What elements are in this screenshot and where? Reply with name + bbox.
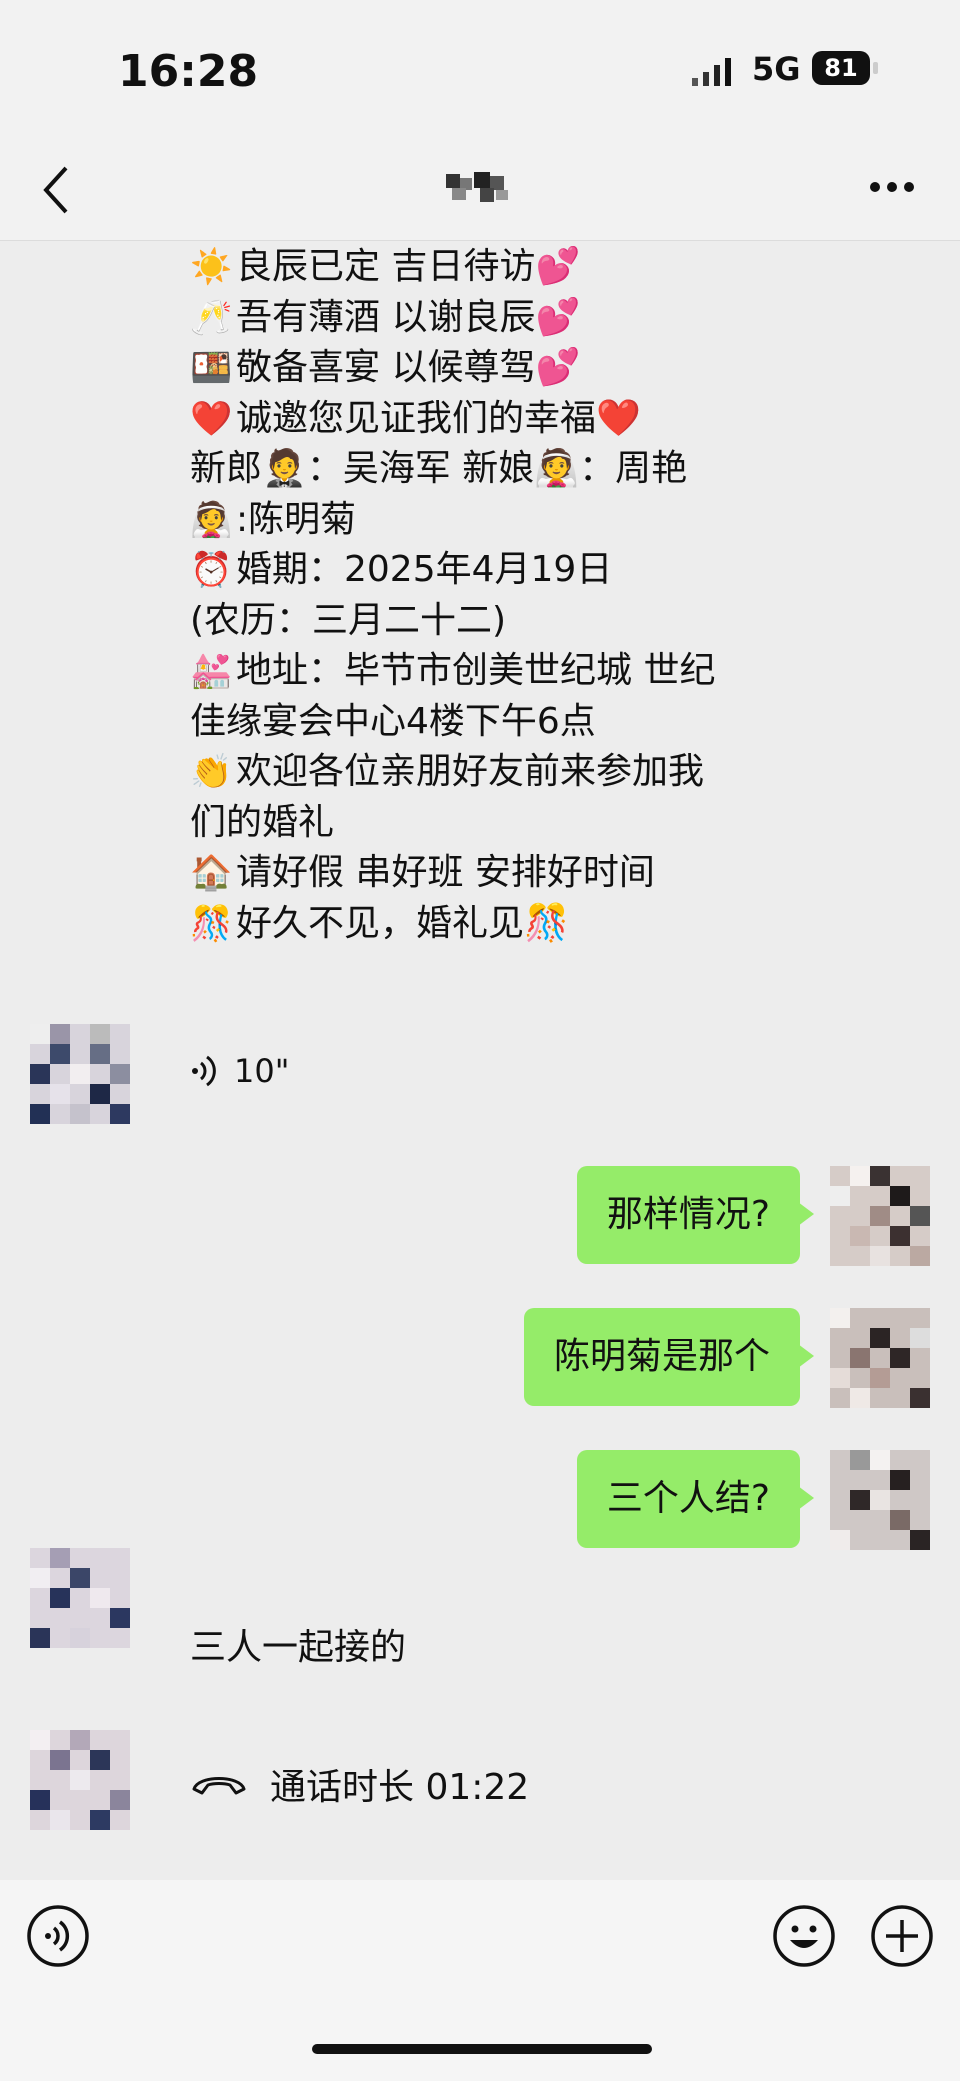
battery-indicator: 81: [812, 51, 878, 85]
signal-icon: [692, 58, 731, 86]
home-indicator: [312, 2044, 652, 2054]
cheers-icon: 🥂: [190, 297, 233, 338]
avatar[interactable]: [830, 1308, 930, 1408]
invite-line: (农历：三月二十二): [190, 599, 507, 641]
sent-message-bubble[interactable]: 三个人结?: [576, 1450, 815, 1548]
chevron-left-icon[interactable]: [36, 162, 80, 218]
invite-line: ☀️ 良辰已定 吉日待访 💕: [190, 242, 830, 293]
invitation-message: ☀️ 良辰已定 吉日待访 💕 🥂 吾有薄酒 以谢良辰 💕 🍱 敬备喜宴 以候尊驾 💕 ❤️ 诚…: [190, 242, 830, 949]
invite-line: 🎊 好久不见，婚礼见 🎊: [190, 899, 830, 950]
invite-line: 👏 欢迎各位亲朋好友前来参加我: [190, 747, 830, 798]
sent-message-bubble[interactable]: 陈明菊是那个: [523, 1308, 815, 1406]
avatar[interactable]: [830, 1450, 930, 1550]
avatar[interactable]: [30, 1730, 130, 1830]
voice-duration: 10": [234, 1052, 290, 1090]
invite-line-address: 💒 地址：毕节市创美世纪城 世纪: [190, 646, 830, 697]
heart-icon: ❤️: [190, 398, 233, 439]
alarm-clock-icon: ⏰: [190, 550, 233, 590]
invite-line-date: ⏰ 婚期：2025年4月19日: [190, 545, 830, 596]
invite-line: 🍱 敬备喜宴 以候尊驾 💕: [190, 343, 830, 394]
call-duration: 通话时长 01:22: [270, 1767, 530, 1808]
bento-icon: 🍱: [190, 348, 233, 388]
emoji-icon[interactable]: [772, 1904, 836, 1968]
call-record-message[interactable]: 通话时长 01:22: [190, 1758, 529, 1810]
plus-icon[interactable]: [870, 1904, 934, 1968]
chat-header: [0, 140, 960, 240]
phone-handset-icon: [192, 1777, 246, 1795]
heart-icon: ❤️: [596, 397, 641, 439]
hearts-icon: 💕: [535, 246, 581, 287]
voice-message[interactable]: 10": [190, 1052, 289, 1090]
chat-title-blurred: [446, 172, 508, 202]
voice-wave-icon: [192, 1055, 216, 1087]
network-type: 5G: [752, 50, 801, 88]
avatar[interactable]: [830, 1166, 930, 1266]
invite-line: 们的婚礼: [190, 801, 335, 843]
invite-line-couple: 新郎🤵：吴海军 新娘👰：周艳: [190, 448, 688, 489]
avatar[interactable]: [30, 1024, 130, 1124]
invite-line: 佳缘宴会中心4楼下午6点: [190, 700, 596, 742]
avatar[interactable]: [30, 1548, 130, 1648]
clapping-hands-icon: 👏: [190, 752, 233, 792]
received-message[interactable]: 三人一起接的: [190, 1618, 406, 1670]
confetti-icon: 🎊: [190, 903, 233, 944]
sent-message-bubble[interactable]: 那样情况?: [576, 1166, 815, 1264]
house-icon: 🏠: [190, 853, 233, 893]
sun-icon: ☀️: [190, 247, 233, 287]
wedding-chapel-icon: 💒: [190, 651, 233, 691]
invite-line: 🏠 请好假 串好班 安排好时间: [190, 848, 830, 899]
ellipsis-icon[interactable]: [868, 180, 916, 194]
hearts-icon: 💕: [535, 296, 581, 338]
invite-line: ❤️ 诚邀您见证我们的幸福 ❤️: [190, 394, 830, 445]
header-divider: [0, 240, 960, 241]
status-bar: 16:28 5G 81: [0, 0, 960, 140]
bride-icon: 👰: [190, 499, 233, 540]
voice-toggle-icon[interactable]: [26, 1904, 90, 1968]
status-time: 16:28: [118, 46, 259, 97]
hearts-icon: 💕: [535, 347, 581, 388]
confetti-icon: 🎊: [524, 902, 569, 944]
invite-line: 👰 :陈明菊: [190, 495, 830, 546]
invite-line: 🥂 吾有薄酒 以谢良辰 💕: [190, 293, 830, 344]
